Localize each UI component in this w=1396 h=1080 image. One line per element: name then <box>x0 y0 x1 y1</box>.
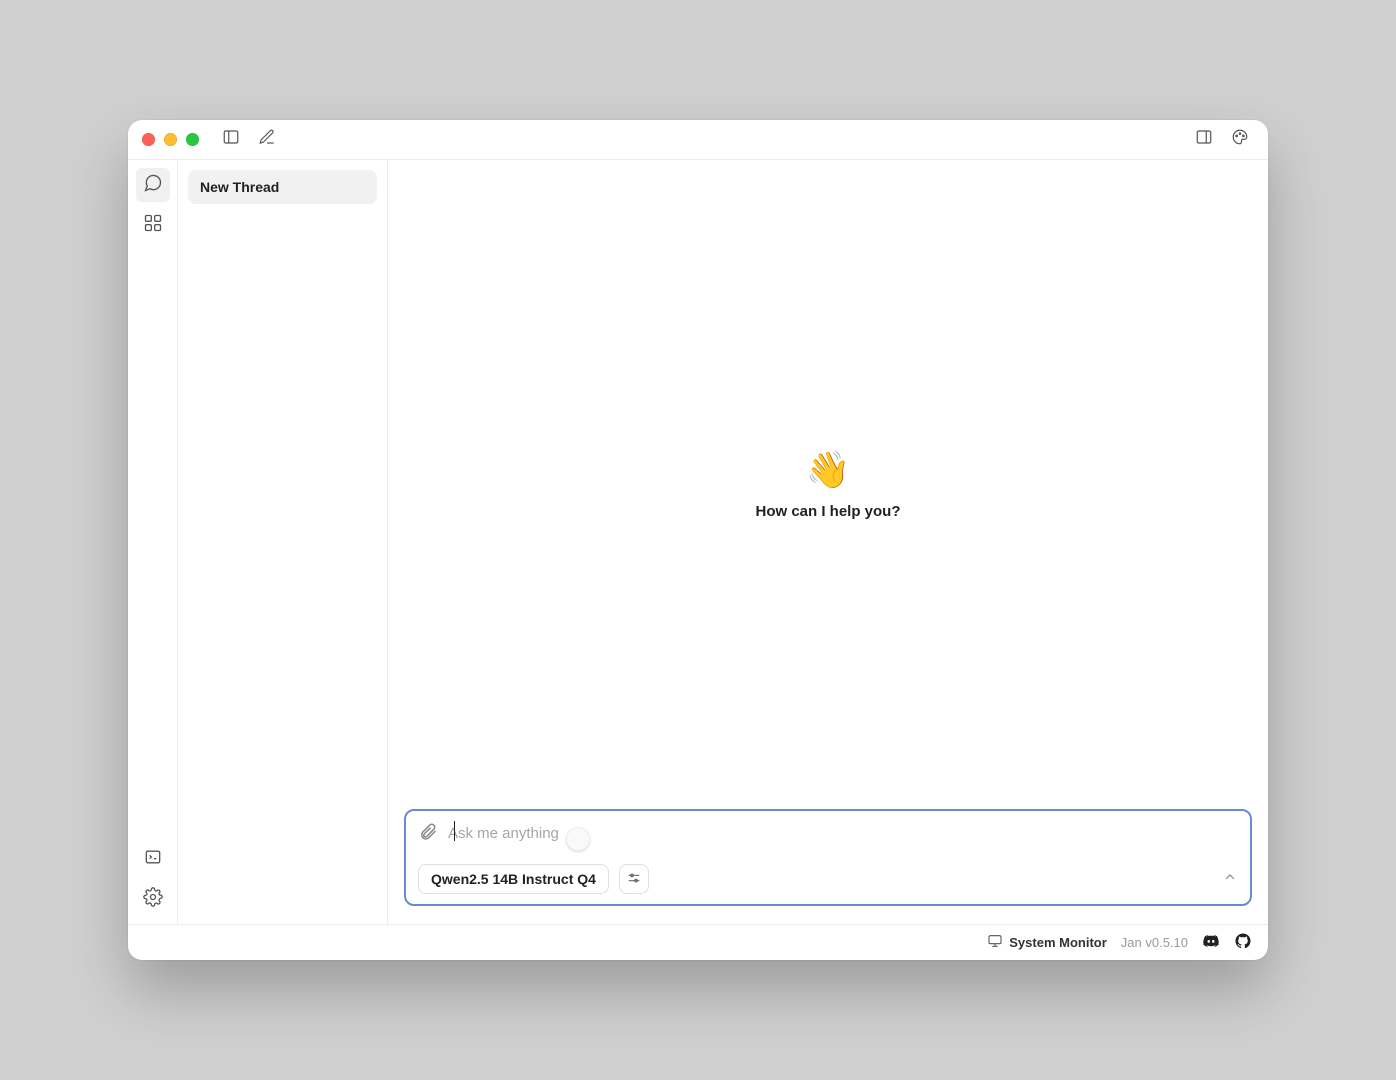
palette-icon <box>1231 128 1249 151</box>
left-rail <box>128 160 178 924</box>
model-selector-label: Qwen2.5 14B Instruct Q4 <box>431 871 596 887</box>
discord-link[interactable] <box>1202 932 1220 953</box>
model-settings-button[interactable] <box>619 864 649 894</box>
github-icon <box>1234 932 1252 953</box>
minimize-window-button[interactable] <box>164 133 177 146</box>
monitor-icon <box>987 933 1003 952</box>
sliders-icon <box>626 870 642 889</box>
wave-emoji: 👋 <box>806 449 851 491</box>
toggle-sidebar-button[interactable] <box>217 126 245 154</box>
thread-item-label: New Thread <box>200 179 279 195</box>
model-selector[interactable]: Qwen2.5 14B Instruct Q4 <box>418 864 609 894</box>
greeting: 👋 How can I help you? <box>388 160 1268 809</box>
compose-button[interactable] <box>253 126 281 154</box>
thread-item[interactable]: New Thread <box>188 170 377 204</box>
toggle-right-panel-button[interactable] <box>1190 126 1218 154</box>
message-input[interactable] <box>448 825 1238 842</box>
thread-list: New Thread <box>178 160 388 924</box>
chat-icon <box>143 173 163 198</box>
main: 👋 How can I help you? <box>388 160 1268 924</box>
compose-icon <box>258 128 276 151</box>
statusbar: System Monitor Jan v0.5.10 <box>128 924 1268 960</box>
close-window-button[interactable] <box>142 133 155 146</box>
discord-icon <box>1202 932 1220 953</box>
github-link[interactable] <box>1234 932 1252 953</box>
gear-icon <box>143 887 163 912</box>
nav-settings-button[interactable] <box>136 882 170 916</box>
panel-left-icon <box>222 128 240 151</box>
server-icon <box>143 847 163 872</box>
app-version: Jan v0.5.10 <box>1121 935 1188 950</box>
app-window: New Thread 👋 How can I help you? <box>128 120 1268 960</box>
paperclip-icon <box>418 821 438 846</box>
composer: Qwen2.5 14B Instruct Q4 <box>404 809 1252 906</box>
grid-icon <box>143 213 163 238</box>
window-controls <box>142 133 199 146</box>
panel-right-icon <box>1195 128 1213 151</box>
titlebar <box>128 120 1268 160</box>
nav-local-api-button[interactable] <box>136 842 170 876</box>
body: New Thread 👋 How can I help you? <box>128 160 1268 924</box>
zoom-window-button[interactable] <box>186 133 199 146</box>
chevron-up-icon <box>1222 872 1238 889</box>
theme-button[interactable] <box>1226 126 1254 154</box>
attach-button[interactable] <box>418 821 438 846</box>
composer-container: Qwen2.5 14B Instruct Q4 <box>388 809 1268 924</box>
system-monitor-label: System Monitor <box>1009 935 1107 950</box>
nav-chat-button[interactable] <box>136 168 170 202</box>
expand-composer-button[interactable] <box>1222 869 1238 890</box>
greeting-text: How can I help you? <box>755 503 900 520</box>
nav-hub-button[interactable] <box>136 208 170 242</box>
system-monitor-button[interactable]: System Monitor <box>987 933 1107 952</box>
